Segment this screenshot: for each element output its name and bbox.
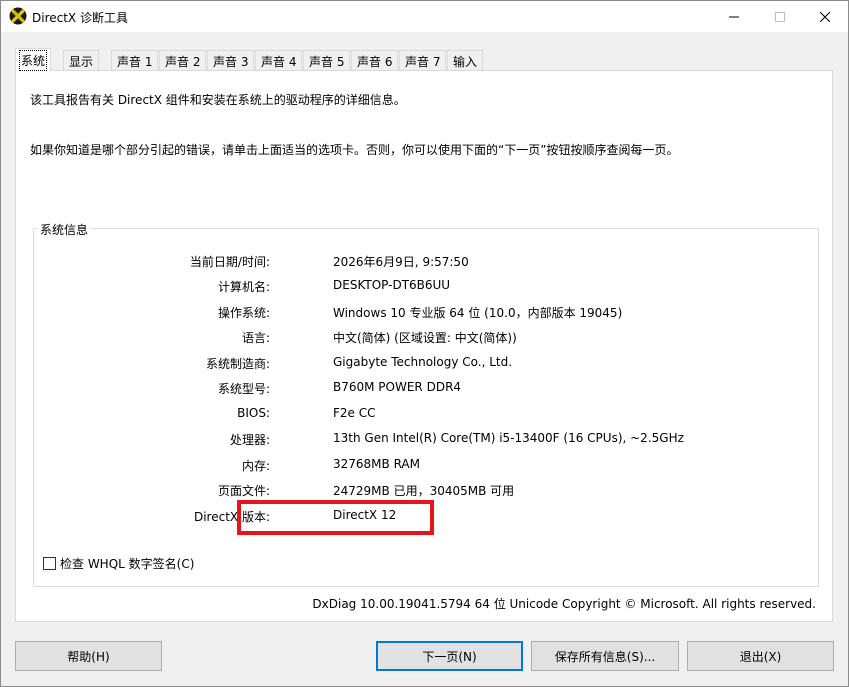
info-row-manufacturer: 系统制造商: Gigabyte Technology Co., Ltd. (16, 355, 776, 373)
directx-icon (9, 7, 27, 25)
info-value: 2026年6月9日, 9:57:50 (333, 255, 469, 269)
info-label: 语言: (241, 331, 270, 345)
info-row-processor: 处理器: 13th Gen Intel(R) Core(TM) i5-13400… (16, 431, 776, 449)
info-value: 13th Gen Intel(R) Core(TM) i5-13400F (16… (333, 431, 684, 445)
exit-button[interactable]: 退出(X) (687, 641, 834, 671)
minimize-icon (729, 16, 739, 17)
checkbox-box[interactable] (43, 557, 56, 570)
info-label: BIOS: (237, 406, 270, 420)
info-value: 中文(简体) (区域设置: 中文(简体)) (333, 331, 517, 345)
info-row-page-file: 页面文件: 24729MB 已用，30405MB 可用 (16, 482, 776, 500)
info-label: 处理器: (229, 433, 270, 447)
tab-sound-3[interactable]: 声音 3 (207, 50, 255, 71)
directx-version-highlight (237, 500, 434, 535)
system-info-legend: 系统信息 (37, 221, 92, 238)
info-label: 页面文件: (217, 484, 270, 498)
info-value: B760M POWER DDR4 (333, 380, 462, 394)
info-label: 内存: (241, 459, 270, 473)
save-all-info-button[interactable]: 保存所有信息(S)... (531, 641, 679, 671)
info-value: 32768MB RAM (333, 457, 420, 471)
info-label: 系统制造商: (205, 357, 270, 371)
info-row-bios: BIOS: F2e CC (16, 406, 776, 424)
info-label: 系统型号: (217, 382, 270, 396)
info-label: 操作系统: (217, 306, 270, 320)
maximize-button[interactable] (757, 1, 803, 32)
whql-checkbox-label: 检查 WHQL 数字签名(C) (60, 557, 195, 571)
info-value: Gigabyte Technology Co., Ltd. (333, 355, 513, 369)
minimize-button[interactable] (711, 1, 757, 32)
description-line-2: 如果你知道是哪个部分引起的错误，请单击上面适当的选项卡。否则，你可以使用下面的“… (30, 143, 679, 157)
dxdiag-window: DirectX 诊断工具 系统 显示 声音 1 声音 2 声音 3 声音 4 声… (0, 0, 849, 687)
tab-sound-2[interactable]: 声音 2 (159, 50, 207, 71)
close-icon (820, 11, 830, 22)
system-tab-panel: 该工具报告有关 DirectX 组件和安装在系统上的驱动程序的详细信息。 如果你… (15, 70, 833, 622)
help-button[interactable]: 帮助(H) (15, 641, 162, 671)
info-row-model: 系统型号: B760M POWER DDR4 (16, 380, 776, 398)
info-row-language: 语言: 中文(简体) (区域设置: 中文(简体)) (16, 329, 776, 347)
tab-sound-4[interactable]: 声音 4 (255, 50, 303, 71)
whql-checkbox[interactable]: 检查 WHQL 数字签名(C) (43, 555, 194, 572)
window-title: DirectX 诊断工具 (32, 11, 128, 25)
tab-sound-1[interactable]: 声音 1 (111, 50, 159, 71)
tab-sound-5[interactable]: 声音 5 (303, 50, 351, 71)
title-bar: DirectX 诊断工具 (1, 1, 848, 32)
info-label: 计算机名: (217, 280, 270, 294)
next-page-button[interactable]: 下一页(N) (376, 641, 523, 671)
info-value: 24729MB 已用，30405MB 可用 (333, 484, 515, 498)
tab-input[interactable]: 输入 (447, 50, 484, 71)
description-line-1: 该工具报告有关 DirectX 组件和安装在系统上的驱动程序的详细信息。 (30, 93, 406, 107)
info-value: F2e CC (333, 406, 376, 420)
info-label: 当前日期/时间: (189, 255, 270, 269)
info-row-datetime: 当前日期/时间: 2026年6月9日, 9:57:50 (16, 253, 776, 271)
info-value: DESKTOP-DT6B6UU (333, 278, 451, 292)
close-button[interactable] (802, 1, 848, 32)
info-row-os: 操作系统: Windows 10 专业版 64 位 (10.0，内部版本 190… (16, 304, 776, 322)
maximize-icon (775, 11, 785, 22)
tab-system[interactable]: 系统 (15, 48, 52, 71)
info-value: Windows 10 专业版 64 位 (10.0，内部版本 19045) (333, 306, 623, 320)
version-copyright: DxDiag 10.00.19041.5794 64 位 Unicode Cop… (312, 597, 816, 611)
info-row-computer-name: 计算机名: DESKTOP-DT6B6UU (16, 278, 776, 296)
tab-display[interactable]: 显示 (63, 50, 100, 71)
info-row-memory: 内存: 32768MB RAM (16, 457, 776, 475)
tab-sound-7[interactable]: 声音 7 (399, 50, 447, 71)
tab-sound-6[interactable]: 声音 6 (351, 50, 399, 71)
